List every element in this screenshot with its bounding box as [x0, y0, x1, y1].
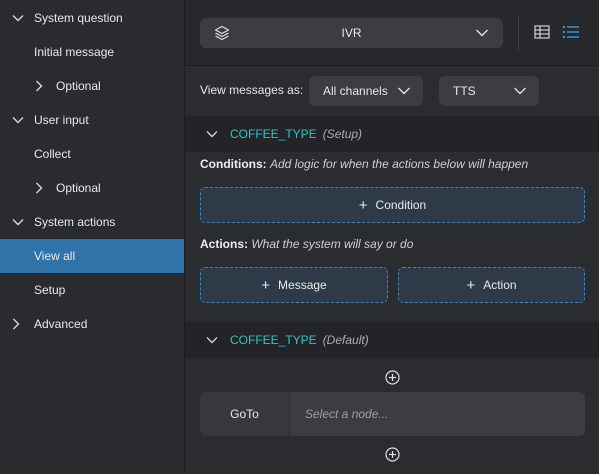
chevron-down-icon [206, 337, 218, 344]
channels-select[interactable]: All channels [309, 76, 423, 106]
channel-select-value: IVR [341, 26, 362, 40]
sidebar-item-setup[interactable]: Setup [0, 273, 184, 307]
sidebar-item-optional-input[interactable]: Optional [0, 171, 184, 205]
channel-select[interactable]: IVR [200, 18, 503, 48]
sidebar-item-label: User input [34, 113, 89, 127]
sidebar-item-label: Advanced [34, 317, 88, 331]
section-tag: (Setup) [322, 127, 363, 141]
sidebar-item-label: System actions [34, 215, 116, 229]
sidebar-item-label: View all [34, 249, 76, 263]
goto-row: GoTo [200, 392, 585, 436]
table-icon[interactable] [534, 24, 550, 40]
goto-node-input[interactable] [290, 392, 585, 436]
chevron-down-icon [12, 15, 24, 22]
main-panel: IVR View messages as: All channels TTS C… [185, 0, 599, 474]
add-message-label: Message [278, 278, 327, 292]
sidebar-item-label: System question [34, 11, 123, 25]
sidebar-item-label: Initial message [34, 45, 115, 59]
conditions-hint: Conditions: Add logic for when the actio… [200, 157, 528, 171]
chevron-down-icon [12, 117, 24, 124]
sidebar-item-label: Setup [34, 283, 66, 297]
chevron-down-icon [398, 87, 410, 95]
plus-icon: + [358, 196, 368, 214]
section-name: COFFEE_TYPE [230, 127, 317, 141]
conditions-title: Conditions: [200, 157, 267, 171]
chevron-right-icon [36, 80, 43, 92]
top-toolbar: IVR [185, 0, 599, 66]
chevron-right-icon [36, 182, 43, 194]
section-tag: (Default) [322, 333, 369, 347]
chevron-right-icon [13, 318, 20, 330]
toolbar-divider [518, 16, 519, 50]
chevron-down-icon [514, 87, 526, 95]
sidebar-item-system-question[interactable]: System question [0, 1, 184, 35]
actions-title: Actions: [200, 237, 248, 251]
section-title: COFFEE_TYPE (Default) [230, 333, 369, 347]
actions-hint: Actions: What the system will say or do [200, 237, 413, 251]
sidebar-item-initial-message[interactable]: Initial message [0, 35, 184, 69]
sidebar-item-advanced[interactable]: Advanced [0, 307, 184, 341]
add-action-button[interactable]: + Action [398, 267, 585, 303]
plus-icon: + [466, 276, 476, 294]
conditions-description: Add logic for when the actions below wil… [270, 157, 529, 171]
add-condition-button[interactable]: + Condition [200, 187, 585, 223]
sidebar-item-optional-question[interactable]: Optional [0, 69, 184, 103]
view-messages-label: View messages as: [200, 83, 304, 97]
chevron-down-icon [12, 219, 24, 226]
section-header-setup[interactable]: COFFEE_TYPE (Setup) [185, 116, 599, 152]
sidebar-item-label: Optional [56, 181, 101, 195]
chevron-down-icon [206, 131, 218, 138]
add-message-button[interactable]: + Message [200, 267, 388, 303]
section-title: COFFEE_TYPE (Setup) [230, 127, 362, 141]
add-action-label: Action [483, 278, 517, 292]
chevron-down-icon [476, 29, 488, 37]
sidebar-item-system-actions[interactable]: System actions [0, 205, 184, 239]
sidebar-item-label: Collect [34, 147, 71, 161]
plus-icon: + [261, 276, 271, 294]
goto-label: GoTo [200, 392, 290, 436]
add-step-below-icon[interactable] [385, 447, 400, 462]
sidebar-item-view-all[interactable]: View all [0, 239, 184, 273]
section-header-default[interactable]: COFFEE_TYPE (Default) [185, 322, 599, 358]
sidebar-item-collect[interactable]: Collect [0, 137, 184, 171]
voice-select-value: TTS [453, 84, 476, 98]
actions-description: What the system will say or do [251, 237, 414, 251]
channels-select-value: All channels [323, 84, 388, 98]
add-condition-label: Condition [375, 198, 427, 212]
sidebar-item-label: Optional [56, 79, 101, 93]
sidebar: System question Initial message Optional… [0, 0, 185, 474]
voice-select[interactable]: TTS [439, 76, 539, 106]
add-step-above-icon[interactable] [385, 370, 400, 385]
sidebar-item-user-input[interactable]: User input [0, 103, 184, 137]
list-icon[interactable] [562, 24, 580, 40]
view-messages-bar: View messages as: All channels TTS [185, 66, 599, 116]
section-name: COFFEE_TYPE [230, 333, 317, 347]
